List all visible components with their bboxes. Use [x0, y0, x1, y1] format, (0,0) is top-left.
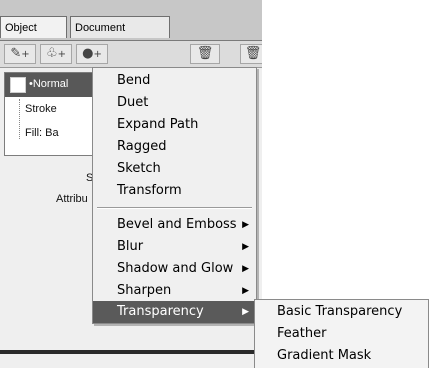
- menu-item-transparency[interactable]: Transparency ▶: [93, 301, 256, 323]
- add-fill-button[interactable]: ♧+: [40, 44, 72, 64]
- list-item-fill[interactable]: Fill: Ba: [25, 127, 59, 139]
- trash-button-2[interactable]: 🗑: [240, 44, 262, 64]
- menu-item-ragged[interactable]: Ragged: [93, 136, 256, 158]
- transparency-submenu: Basic Transparency Feather Gradient Mask: [254, 299, 429, 368]
- menu-item-shadow-and-glow[interactable]: Shadow and Glow ▶: [93, 258, 256, 280]
- submenu-item-basic-transparency[interactable]: Basic Transparency: [255, 301, 402, 323]
- menu-item-label: Bevel and Emboss: [117, 217, 237, 232]
- panel-tab-bar: Object Document: [0, 0, 262, 40]
- list-item-label: •Normal: [29, 78, 69, 90]
- submenu-item-feather[interactable]: Feather: [255, 323, 326, 345]
- plus-icon: +: [93, 49, 102, 60]
- menu-item-bend[interactable]: Bend: [93, 70, 256, 92]
- tab-document[interactable]: Document: [70, 16, 170, 38]
- submenu-arrow-icon: ▶: [242, 220, 249, 230]
- menu-separator: [97, 207, 252, 209]
- submenu-item-gradient-mask[interactable]: Gradient Mask: [255, 345, 371, 367]
- menu-item-sketch[interactable]: Sketch: [93, 158, 256, 180]
- plus-icon: +: [57, 49, 67, 60]
- trash-icon: 🗑: [244, 46, 262, 61]
- menu-item-blur[interactable]: Blur ▶: [93, 236, 256, 258]
- submenu-arrow-icon: ▶: [242, 264, 249, 274]
- effect-icon: ●: [82, 46, 94, 61]
- menu-item-transform[interactable]: Transform: [93, 180, 256, 202]
- color-swatch: [10, 77, 26, 93]
- tab-object[interactable]: Object: [0, 16, 67, 38]
- menu-item-label: Blur: [117, 239, 144, 254]
- list-item-stroke[interactable]: Stroke: [25, 103, 57, 115]
- attribute-list: •Normal Stroke Fill: Ba: [4, 72, 99, 156]
- menu-item-label: Shadow and Glow: [117, 261, 234, 276]
- panel-toolbar: ✎+ ♧+ ●+ 🗑 🗑: [0, 40, 262, 68]
- submenu-arrow-icon: ▶: [242, 286, 249, 296]
- pen-icon: ✎: [10, 46, 22, 61]
- menu-item-label: Transparency: [117, 304, 204, 319]
- attribute-label: Attribu: [56, 193, 88, 205]
- submenu-arrow-icon: ▶: [242, 307, 249, 317]
- submenu-arrow-icon: ▶: [242, 242, 249, 252]
- delete-button[interactable]: 🗑: [190, 44, 220, 64]
- add-effect-button[interactable]: ●+: [76, 44, 108, 64]
- menu-item-label: Sharpen: [117, 283, 172, 298]
- menu-item-sharpen[interactable]: Sharpen ▶: [93, 280, 256, 302]
- plus-icon: +: [21, 49, 30, 60]
- paint-bucket-icon: ♧: [45, 46, 58, 61]
- trash-icon: 🗑: [196, 46, 214, 61]
- list-item-normal[interactable]: •Normal: [5, 73, 98, 97]
- menu-item-duet[interactable]: Duet: [93, 92, 256, 114]
- menu-item-expand-path[interactable]: Expand Path: [93, 114, 256, 136]
- add-stroke-button[interactable]: ✎+: [4, 44, 36, 64]
- tree-connector: [19, 99, 20, 139]
- panel-bottom-border: [0, 350, 262, 354]
- effects-menu: Bend Duet Expand Path Ragged Sketch Tran…: [92, 67, 257, 324]
- menu-item-bevel-and-emboss[interactable]: Bevel and Emboss ▶: [93, 214, 256, 236]
